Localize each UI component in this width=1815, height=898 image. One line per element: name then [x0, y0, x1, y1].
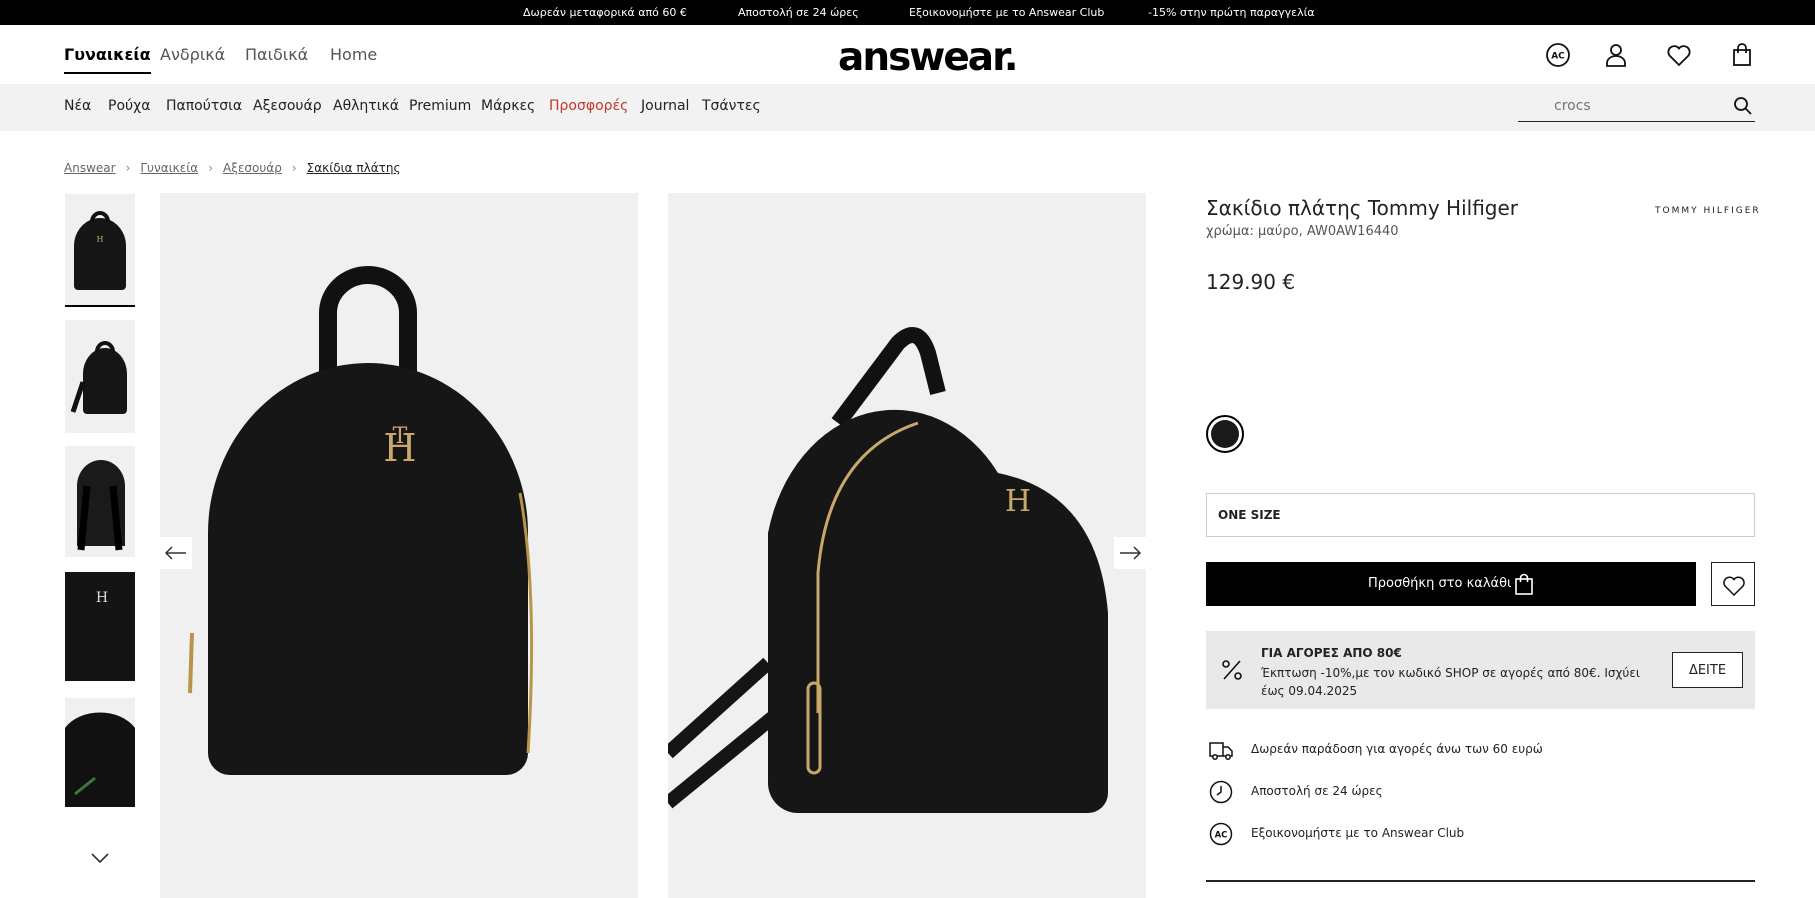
section-divider: [1206, 880, 1755, 882]
benefit-free-delivery: Δωρεάν παράδοση για αγορές άνω των 60 ευ…: [1206, 735, 1755, 765]
svg-text:AC: AC: [1215, 831, 1228, 841]
category-shoes[interactable]: Παπούτσια: [166, 98, 242, 114]
discount-banner: ΓΙΑ ΑΓΟΡΕΣ ΑΠΟ 80€ Έκπτωση -10%,με τον κ…: [1206, 631, 1755, 709]
gallery-thumbnail[interactable]: [65, 698, 135, 807]
product-image-side[interactable]: H: [668, 193, 1146, 898]
promo-item[interactable]: Αποστολή σε 24 ώρες: [738, 6, 859, 19]
promo-bar: Δωρεάν μεταφορικά από 60 € Αποστολή σε 2…: [0, 0, 1815, 25]
benefit-text: Δωρεάν παράδοση για αγορές άνω των 60 ευ…: [1251, 742, 1543, 756]
color-swatch[interactable]: [1206, 415, 1244, 453]
search-box: [1518, 90, 1755, 122]
breadcrumb-separator-icon: ›: [125, 161, 131, 175]
ac-club-icon: AC: [1209, 822, 1233, 846]
size-selector[interactable]: ONE SIZE: [1206, 493, 1755, 537]
category-sale[interactable]: Προσφορές: [549, 98, 628, 114]
promo-item[interactable]: Εξοικονομήστε με το Answear Club: [909, 6, 1104, 19]
gallery-prev-button[interactable]: [160, 537, 192, 569]
benefit-text: Αποστολή σε 24 ώρες: [1251, 784, 1383, 798]
svg-text:H: H: [1005, 484, 1031, 519]
benefit-shipping: Αποστολή σε 24 ώρες: [1206, 777, 1755, 807]
percent-icon: [1222, 660, 1242, 680]
search-input[interactable]: [1518, 94, 1718, 118]
svg-text:H: H: [97, 235, 104, 244]
breadcrumb-item[interactable]: Γυναικεία: [140, 161, 198, 175]
category-premium[interactable]: Premium: [409, 98, 471, 114]
svg-text:H: H: [96, 590, 108, 606]
bag-icon[interactable]: [1728, 41, 1756, 69]
chevron-down-icon[interactable]: [90, 850, 110, 869]
breadcrumb: Answear › Γυναικεία › Αξεσουάρ › Σακίδια πλάτη…: [64, 161, 401, 175]
svg-text:AC: AC: [1551, 52, 1565, 62]
gallery-next-button[interactable]: [1114, 537, 1146, 569]
arrow-left-icon: [164, 546, 186, 560]
gallery-thumbnail[interactable]: [65, 320, 135, 433]
gallery-thumbnail[interactable]: [65, 446, 135, 557]
product-image-front[interactable]: H T: [160, 193, 638, 898]
product-title: Σακίδιο πλάτης Tommy Hilfiger: [1206, 196, 1519, 220]
gender-tab-women[interactable]: Γυναικεία: [64, 45, 151, 74]
category-nav: Νέα Ρούχα Παπούτσια Αξεσουάρ Αθλητικά Pr…: [0, 84, 1815, 131]
add-to-cart-label: Προσθήκη στο καλάθι: [1368, 576, 1512, 591]
discount-title: ΓΙΑ ΑΓΟΡΕΣ ΑΠΟ 80€: [1261, 646, 1402, 660]
add-to-wishlist-button[interactable]: [1711, 562, 1755, 606]
category-accessories[interactable]: Αξεσουάρ: [253, 98, 322, 114]
gender-tab-men[interactable]: Ανδρικά: [160, 45, 225, 64]
product-subtitle: χρώμα: μαύρο, AW0AW16440: [1206, 224, 1399, 239]
category-bags[interactable]: Τσάντες: [702, 98, 761, 114]
breadcrumb-current: Σακίδια πλάτης: [306, 161, 401, 175]
delivery-truck-icon: [1209, 742, 1233, 760]
category-sports[interactable]: Αθλητικά: [333, 98, 399, 114]
category-brands[interactable]: Μάρκες: [481, 98, 535, 114]
add-to-cart-button[interactable]: Προσθήκη στο καλάθι: [1206, 562, 1696, 606]
promo-item[interactable]: Δωρεάν μεταφορικά από 60 €: [523, 6, 687, 19]
breadcrumb-separator-icon: ›: [208, 161, 214, 175]
ac-club-icon[interactable]: AC: [1544, 41, 1572, 69]
bag-icon: [1515, 573, 1533, 595]
gallery-thumbnail[interactable]: H: [65, 194, 135, 307]
category-journal[interactable]: Journal: [641, 98, 689, 114]
arrow-right-icon: [1120, 546, 1142, 560]
heart-icon: [1723, 576, 1745, 597]
product-price: 129.90 €: [1206, 270, 1296, 294]
clock-icon: [1209, 780, 1233, 804]
site-header: Γυναικεία Ανδρικά Παιδικά Home answear. …: [0, 25, 1815, 84]
benefit-text: Εξοικονομήστε με το Answear Club: [1251, 826, 1465, 840]
breadcrumb-item[interactable]: Answear: [64, 161, 116, 175]
breadcrumb-item[interactable]: Αξεσουάρ: [223, 161, 282, 175]
gender-tab-home[interactable]: Home: [330, 45, 377, 64]
user-icon[interactable]: [1602, 41, 1630, 69]
category-clothing[interactable]: Ρούχα: [108, 98, 150, 114]
category-new[interactable]: Νέα: [64, 98, 91, 114]
see-offer-button[interactable]: ΔΕΙΤΕ: [1672, 652, 1743, 688]
svg-text:T: T: [393, 424, 408, 449]
discount-text: Έκπτωση -10%,με τον κωδικό SHOP σε αγορέ…: [1261, 666, 1640, 698]
site-logo[interactable]: answear.: [838, 35, 1019, 80]
gender-tab-kids[interactable]: Παιδικά: [245, 45, 308, 64]
search-icon[interactable]: [1733, 96, 1753, 116]
breadcrumb-separator-icon: ›: [291, 161, 297, 175]
heart-icon[interactable]: [1665, 41, 1693, 69]
benefit-club: AC Εξοικονομήστε με το Answear Club: [1206, 819, 1755, 849]
gallery-thumbnail[interactable]: H: [65, 572, 135, 681]
brand-logo[interactable]: TOMMY HILFIGER: [1655, 206, 1761, 216]
promo-item[interactable]: -15% στην πρώτη παραγγελία: [1148, 6, 1315, 19]
